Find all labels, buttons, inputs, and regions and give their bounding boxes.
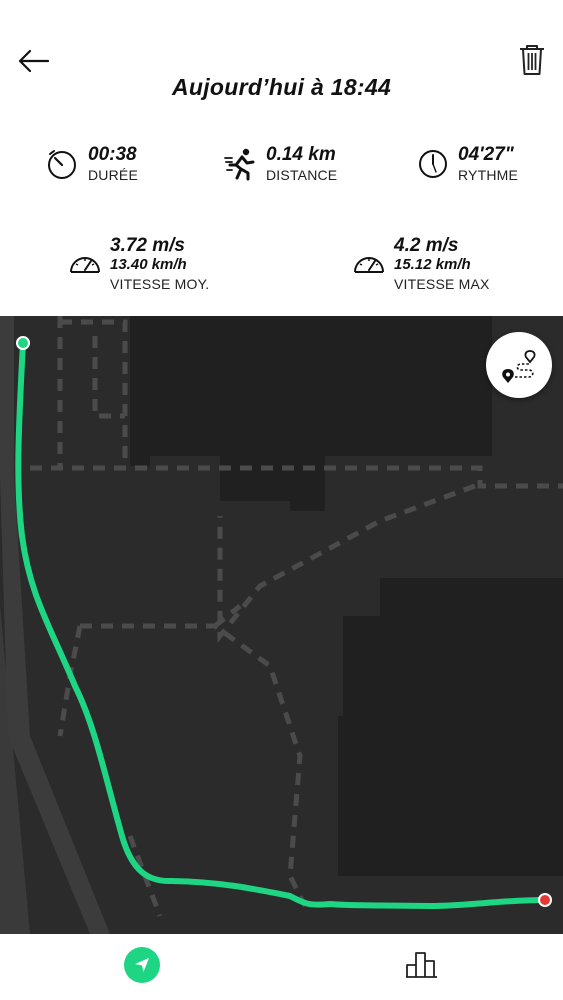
- stopwatch-icon: [48, 150, 76, 179]
- tab-bar: [0, 934, 563, 1000]
- pace-label: RYTHME: [458, 167, 519, 183]
- avg-speed-ms: 3.72 m/s: [110, 235, 185, 256]
- bar-chart-icon[interactable]: [405, 949, 439, 979]
- max-speed-ms: 4.2 m/s: [394, 235, 459, 256]
- avg-speed-kmh: 13.40 km/h: [110, 256, 187, 273]
- tab-navigation[interactable]: [124, 947, 160, 983]
- route-end-marker: [538, 893, 552, 907]
- trash-icon[interactable]: [516, 42, 548, 78]
- route-start-marker: [16, 336, 30, 350]
- map-building: [130, 316, 492, 511]
- clock-icon: [419, 150, 447, 178]
- stat-duration: 00:38 DURÉE: [46, 145, 138, 185]
- speedometer-icon: [354, 257, 384, 273]
- duration-label: DURÉE: [88, 167, 139, 183]
- speedometer-icon: [70, 257, 100, 273]
- map-canvas: [0, 316, 563, 934]
- stat-pace: 04'27" RYTHME: [416, 145, 518, 185]
- page-title: Aujourd’hui à 18:44: [171, 74, 392, 100]
- max-speed-label: VITESSE MAX: [394, 276, 490, 292]
- duration-value: 00:38: [88, 144, 137, 165]
- runner-icon: [224, 148, 255, 181]
- distance-value: 0.14 km: [266, 144, 336, 165]
- max-speed-kmh: 15.12 km/h: [394, 256, 471, 273]
- route-pins-icon: [502, 350, 536, 383]
- avg-speed-label: VITESSE MOY.: [110, 276, 210, 292]
- route-view-button[interactable]: [486, 332, 552, 398]
- map-building: [338, 578, 563, 876]
- navigation-arrow-icon: [135, 958, 149, 972]
- pace-value: 04'27": [458, 144, 514, 165]
- route-map[interactable]: [0, 316, 563, 934]
- stat-distance: 0.14 km DISTANCE: [224, 145, 337, 185]
- back-arrow-icon[interactable]: [16, 44, 52, 78]
- distance-label: DISTANCE: [266, 167, 338, 183]
- stat-avg-speed: 3.72 m/s 13.40 km/h VITESSE MOY.: [68, 236, 209, 294]
- stat-max-speed: 4.2 m/s 15.12 km/h VITESSE MAX: [352, 236, 490, 294]
